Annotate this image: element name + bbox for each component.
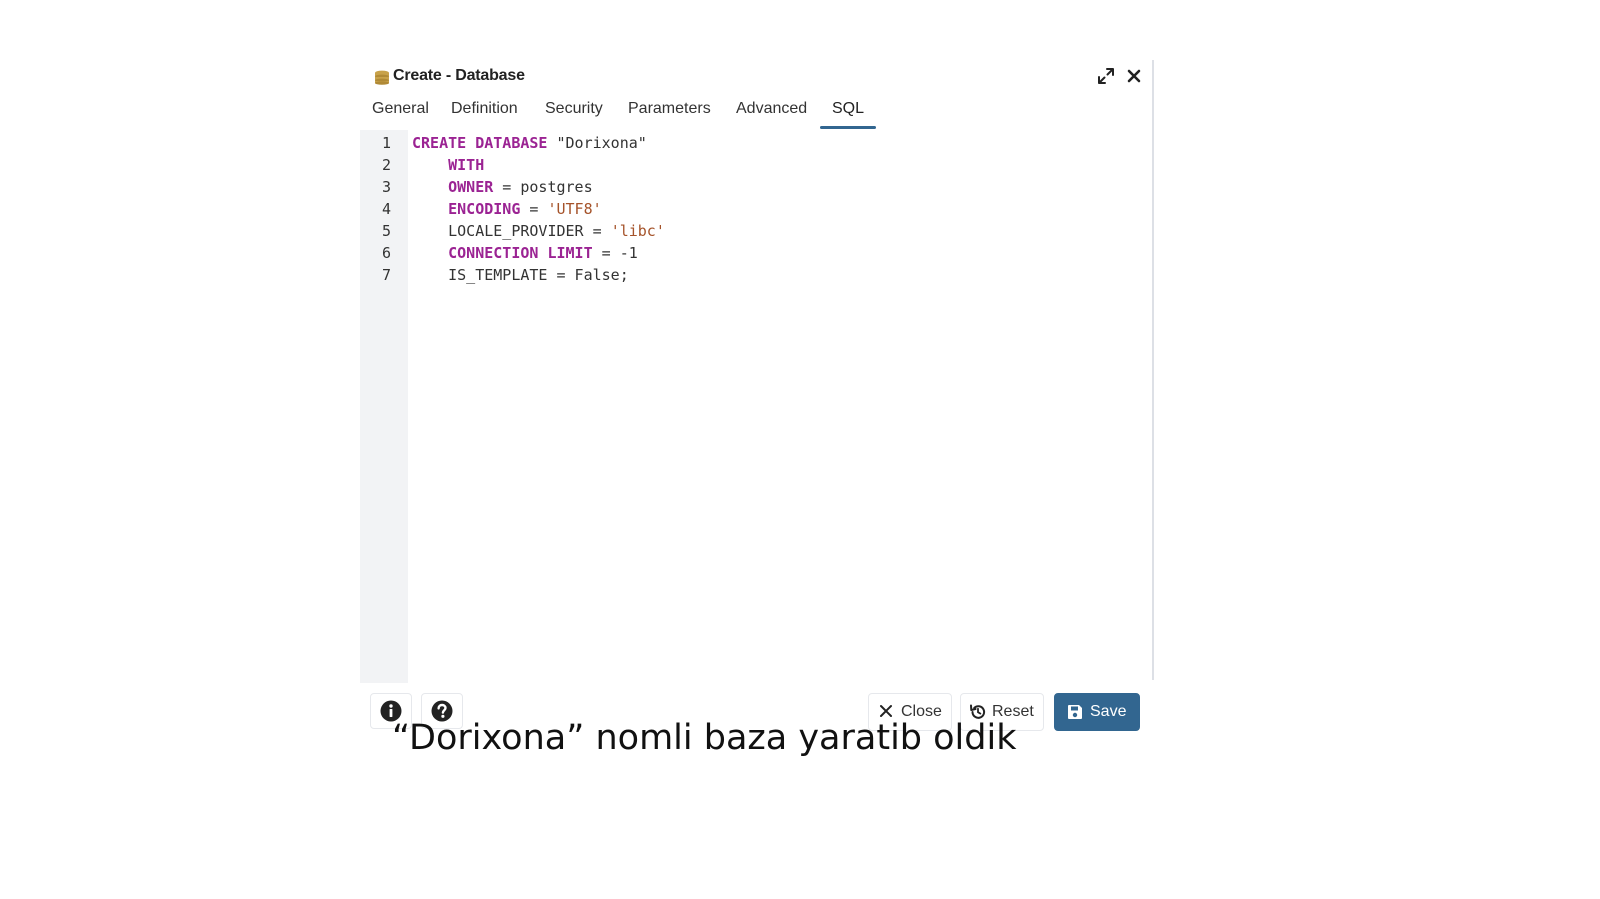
line-number: 7 (381, 266, 391, 284)
code-line: 2 WITH (360, 154, 1152, 176)
sql-token: "Dorixona" (547, 134, 647, 152)
close-icon[interactable] (1125, 67, 1143, 85)
line-number: 3 (381, 178, 391, 196)
tab-advanced[interactable]: Advanced (736, 100, 807, 118)
code-line: 1 CREATE DATABASE "Dorixona" (360, 132, 1152, 154)
code-line: 4 ENCODING = 'UTF8' (360, 198, 1152, 220)
code-line: 7 IS_TEMPLATE = False; (360, 264, 1152, 286)
line-number: 6 (381, 244, 391, 262)
sql-token: LOCALE_PROVIDER = (412, 222, 611, 240)
sql-keyword: CREATE DATABASE (412, 134, 548, 152)
sql-editor[interactable]: 1 CREATE DATABASE "Dorixona" 2 WITH 3 OWNER… (360, 130, 1152, 683)
close-icon (880, 705, 892, 717)
code-text: WITH (412, 154, 484, 176)
sql-token: = (520, 200, 548, 218)
code-line: 6 CONNECTION LIMIT = -1 (360, 242, 1152, 264)
sql-keyword: ENCODING (448, 200, 521, 218)
code-text: CONNECTION LIMIT = -1 (412, 242, 638, 264)
code-text: CREATE DATABASE "Dorixona" (412, 132, 647, 154)
code-text: OWNER = postgres (412, 176, 593, 198)
code-text: IS_TEMPLATE = False; (412, 264, 629, 286)
slide-caption: “Dorixona” nomli baza yaratib oldik (392, 718, 1017, 758)
save-button-label: Save (1090, 703, 1127, 720)
sql-string: 'UTF8' (547, 200, 602, 218)
tab-bar: General Definition Security Parameters A… (360, 96, 1152, 130)
dialog-title: Create - Database (393, 67, 525, 84)
tab-general[interactable]: General (372, 100, 429, 118)
tab-sql[interactable]: SQL (820, 100, 877, 129)
sql-string: 'libc' (610, 222, 665, 240)
dialog-titlebar[interactable]: Create - Database (360, 60, 1152, 94)
tab-parameters[interactable]: Parameters (628, 100, 711, 118)
sql-token: IS_TEMPLATE = False; (412, 266, 629, 284)
create-database-dialog: Create - Database General Definition Sec… (360, 60, 1154, 731)
active-tab-indicator (820, 126, 877, 129)
code-line: 3 OWNER = postgres (360, 176, 1152, 198)
expand-icon[interactable] (1097, 67, 1115, 85)
code-text: ENCODING = 'UTF8' (412, 198, 602, 220)
code-text: LOCALE_PROVIDER = 'libc' (412, 220, 665, 242)
sql-token: = -1 (592, 244, 638, 262)
tab-security[interactable]: Security (545, 100, 603, 118)
database-icon (375, 70, 389, 85)
line-number: 4 (381, 200, 391, 218)
sql-keyword: OWNER (448, 178, 494, 196)
sql-keyword: CONNECTION LIMIT (448, 244, 593, 262)
tab-definition[interactable]: Definition (451, 100, 518, 118)
line-number: 2 (381, 156, 391, 174)
sql-token: = postgres (493, 178, 593, 196)
line-number: 1 (381, 134, 391, 152)
tab-sql-label: SQL (832, 100, 865, 117)
save-icon (1068, 705, 1082, 719)
line-number: 5 (381, 222, 391, 240)
save-button[interactable]: Save (1054, 693, 1140, 731)
code-line: 5 LOCALE_PROVIDER = 'libc' (360, 220, 1152, 242)
sql-keyword: WITH (448, 156, 485, 174)
